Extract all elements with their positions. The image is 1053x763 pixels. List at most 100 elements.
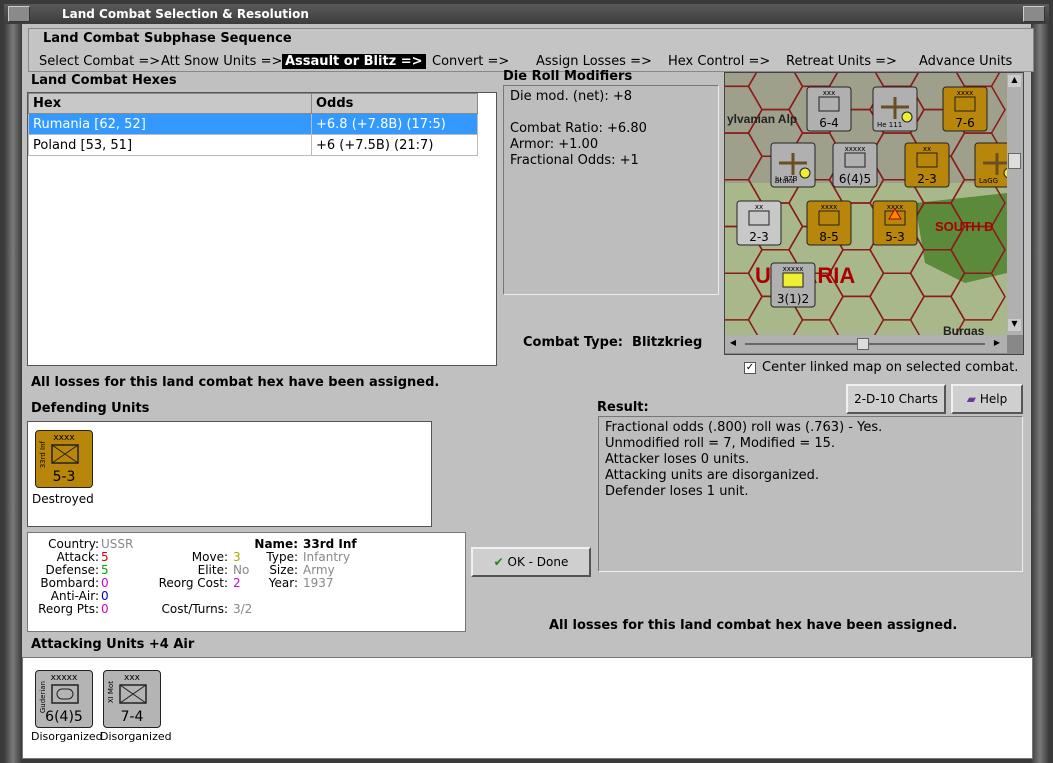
modifier-line: Fractional Odds: +1 bbox=[510, 153, 639, 168]
hexes-title: Land Combat Hexes bbox=[31, 73, 177, 88]
modifier-line bbox=[510, 105, 712, 121]
linked-map[interactable]: ylvanian AlpSOUTH DULGARIABurgasxxx6-4xx… bbox=[724, 72, 1024, 355]
scroll-left-icon[interactable]: ◀ bbox=[727, 338, 739, 350]
combat-type-label: Combat Type: bbox=[523, 335, 623, 350]
defending-title: Defending Units bbox=[31, 401, 150, 416]
armor-icon bbox=[51, 684, 79, 704]
map-counter-size: xx bbox=[755, 203, 763, 211]
vscroll-thumb[interactable] bbox=[1008, 153, 1021, 169]
defending-units-panel: 33rd Inf xxxx 5-3 Destroyed bbox=[27, 421, 432, 527]
elite-value: No bbox=[233, 563, 250, 577]
counter-value: 5-3 bbox=[52, 469, 76, 485]
help-label: Help bbox=[979, 392, 1008, 406]
ok-done-button[interactable]: ✔ OK - Done bbox=[471, 547, 591, 577]
name-value: 33rd Inf bbox=[303, 537, 357, 551]
costturns-label: Cost/Turns: bbox=[161, 602, 228, 616]
right-frame bbox=[1031, 24, 1049, 763]
year-value: 1937 bbox=[303, 576, 334, 590]
modifiers-title: Die Roll Modifiers bbox=[503, 69, 633, 84]
scroll-up-icon[interactable]: ▲ bbox=[1008, 75, 1021, 87]
checkmark-icon: ✔ bbox=[493, 555, 504, 569]
map-counter-value: 3(1)2 bbox=[777, 292, 809, 306]
map-label: ylvanian Alp bbox=[727, 112, 797, 126]
defending-caption: Destroyed bbox=[32, 492, 94, 506]
counter-value: 7-4 bbox=[120, 709, 144, 725]
map-counter-value: 7-6 bbox=[955, 116, 975, 130]
seq-assault-blitz[interactable]: Assault or Blitz => bbox=[282, 54, 426, 69]
counter-unit-name: XI Mot bbox=[107, 681, 115, 704]
result-line: Attacking units are disorganized. bbox=[605, 468, 819, 483]
antiair-value: 0 bbox=[101, 589, 109, 603]
map-air-label: He 111 bbox=[877, 121, 902, 129]
scroll-right-icon[interactable]: ▶ bbox=[991, 338, 1003, 350]
size-label: Size: bbox=[269, 563, 298, 577]
seq-assign-losses[interactable]: Assign Losses => bbox=[536, 54, 652, 69]
type-label: Type: bbox=[266, 550, 298, 564]
attacking-counter-ximot[interactable]: XI Mot xxx 7-4 bbox=[103, 670, 161, 728]
bombard-value: 0 bbox=[101, 576, 109, 590]
seq-hex-control[interactable]: Hex Control => bbox=[668, 54, 770, 69]
hex-column-header[interactable]: Hex bbox=[28, 93, 312, 114]
hex-cell: Rumania [62, 52] bbox=[28, 113, 312, 135]
result-box: Fractional odds (.800) roll was (.763) -… bbox=[598, 416, 1023, 572]
map-counter-size: xxxxx bbox=[845, 145, 866, 153]
reorg-label: Reorg Pts: bbox=[38, 602, 99, 616]
attacking-title: Attacking Units +4 Air bbox=[31, 637, 195, 652]
left-frame bbox=[4, 24, 22, 763]
map-hscroll[interactable]: ◀ ▶ bbox=[725, 335, 1007, 353]
map-label: SOUTH D bbox=[935, 219, 994, 234]
unit-info-panel: Country: USSR Attack: 5 Defense: 5 Bomba… bbox=[27, 532, 466, 632]
seq-att-snow[interactable]: Att Snow Units => bbox=[161, 54, 282, 69]
defending-counter[interactable]: 33rd Inf xxxx 5-3 bbox=[35, 430, 93, 488]
map-counter-value: 6(4)5 bbox=[839, 172, 871, 186]
country-value: USSR bbox=[101, 537, 134, 551]
odds-column-header[interactable]: Odds bbox=[311, 93, 478, 114]
combat-type: Combat Type: Blitzkrieg bbox=[523, 335, 702, 350]
infantry-icon bbox=[51, 444, 79, 464]
hexes-list[interactable]: Hex Odds Rumania [62, 52] +6.8 (+7.8B) (17… bbox=[27, 92, 497, 366]
map-canvas[interactable]: ylvanian AlpSOUTH DULGARIABurgasxxx6-4xx… bbox=[725, 73, 1007, 335]
motorized-icon bbox=[119, 684, 147, 704]
modifier-line: Die mod. (net): +8 bbox=[510, 89, 633, 104]
subphase-sequence: Land Combat Subphase Sequence Select Com… bbox=[28, 28, 1034, 72]
counter-size: xxxx bbox=[53, 433, 75, 443]
help-button[interactable]: ▰ Help bbox=[951, 384, 1023, 414]
costturns-value: 3/2 bbox=[233, 602, 253, 616]
map-counter-value: 2-3 bbox=[917, 172, 937, 186]
type-value: Infantry bbox=[303, 550, 351, 564]
defense-value: 5 bbox=[101, 563, 109, 577]
attacking-units-panel: Guderian xxxxx 6(4)5 Disorganized XI Mot… bbox=[22, 657, 1033, 759]
map-label: Burgas bbox=[943, 324, 985, 335]
table-row[interactable]: Poland [53, 51] +6 (+7.5B) (21:7) bbox=[28, 134, 478, 156]
country-label: Country: bbox=[48, 537, 99, 551]
attacking-counter-guderian[interactable]: Guderian xxxxx 6(4)5 bbox=[35, 670, 93, 728]
result-line: Attacker loses 0 units. bbox=[605, 452, 750, 467]
table-row[interactable]: Rumania [62, 52] +6.8 (+7.8B) (17:5) bbox=[28, 113, 478, 135]
center-map-checkbox[interactable]: ✓ bbox=[744, 362, 756, 374]
map-counter-value: 8-5 bbox=[819, 230, 839, 244]
antiair-label: Anti-Air: bbox=[50, 589, 99, 603]
reorgcost-label: Reorg Cost: bbox=[158, 576, 228, 590]
move-label: Move: bbox=[191, 550, 228, 564]
map-counter-size: xxxx bbox=[821, 203, 838, 211]
odds-cell: +6 (+7.5B) (21:7) bbox=[311, 134, 478, 156]
charts-button[interactable]: 2-D-10 Charts bbox=[846, 384, 946, 414]
counter-unit-name: 33rd Inf bbox=[39, 441, 47, 469]
close-icon[interactable] bbox=[1023, 6, 1045, 22]
map-counter-value: 6-4 bbox=[819, 116, 839, 130]
attacking-caption: Disorganized bbox=[100, 730, 172, 743]
system-menu-icon[interactable] bbox=[8, 6, 30, 22]
result-line: Defender loses 1 unit. bbox=[605, 484, 749, 499]
result-line: Fractional odds (.800) roll was (.763) -… bbox=[605, 420, 883, 435]
map-vscroll[interactable]: ▲ ▼ bbox=[1007, 73, 1023, 335]
seq-select-combat[interactable]: Select Combat => bbox=[39, 54, 160, 69]
seq-convert[interactable]: Convert => bbox=[432, 54, 509, 69]
seq-retreat[interactable]: Retreat Units => bbox=[786, 54, 897, 69]
scroll-down-icon[interactable]: ▼ bbox=[1008, 319, 1021, 331]
hscroll-thumb[interactable] bbox=[857, 338, 869, 350]
size-value: Army bbox=[303, 563, 335, 577]
defense-label: Defense: bbox=[45, 563, 99, 577]
ok-label: OK - Done bbox=[507, 555, 569, 569]
seq-advance[interactable]: Advance Units bbox=[919, 54, 1012, 69]
counter-value: 6(4)5 bbox=[45, 709, 83, 725]
